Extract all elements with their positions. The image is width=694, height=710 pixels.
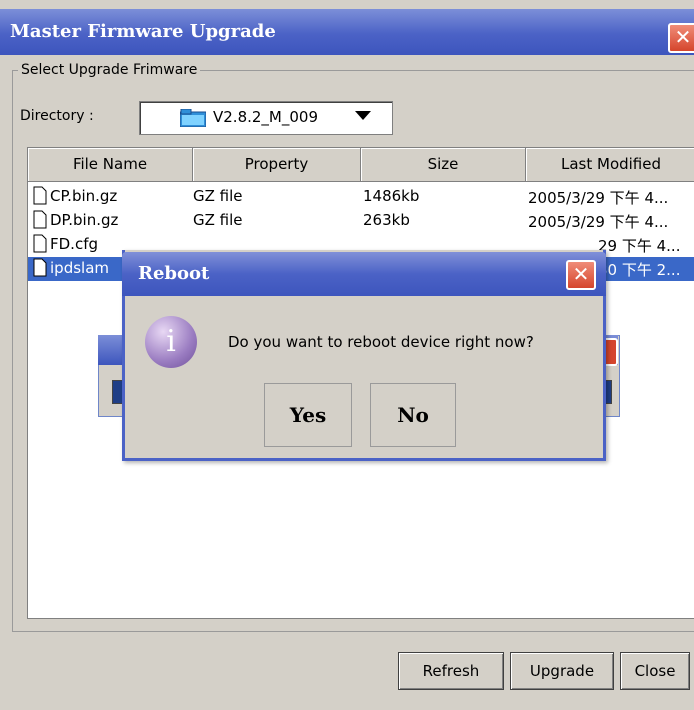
file-icon: [33, 258, 47, 277]
file-name: DP.bin.gz: [50, 211, 119, 229]
no-button[interactable]: No: [370, 383, 456, 447]
reboot-dialog-title: Reboot: [138, 263, 210, 284]
info-icon: i: [145, 316, 197, 368]
column-header-last-modified[interactable]: Last Modified: [526, 148, 694, 181]
window-close-button[interactable]: ✕: [668, 23, 694, 53]
file-modified: 30 下午 2...: [598, 261, 681, 279]
file-modified: 2005/3/29 下午 4...: [528, 213, 669, 231]
reboot-message: Do you want to reboot device right now?: [228, 333, 534, 351]
file-name: CP.bin.gz: [50, 187, 118, 205]
folder-icon: [180, 109, 206, 127]
column-header-file-name[interactable]: File Name: [28, 148, 193, 181]
reboot-dialog-titlebar[interactable]: Reboot ✕: [122, 252, 606, 296]
directory-value: V2.8.2_M_009: [213, 108, 318, 126]
upgrade-button[interactable]: Upgrade: [510, 652, 614, 690]
table-row[interactable]: DP.bin.gz GZ file 263kb 2005/3/29 下午 4..…: [28, 209, 694, 233]
file-icon: [33, 210, 47, 229]
group-title: Select Upgrade Frimware: [18, 62, 201, 78]
chevron-down-icon[interactable]: [355, 111, 371, 120]
file-size: 1486kb: [363, 187, 420, 205]
window-title: Master Firmware Upgrade: [10, 21, 276, 42]
file-property: GZ file: [193, 211, 243, 229]
refresh-button[interactable]: Refresh: [398, 652, 504, 690]
file-icon: [33, 186, 47, 205]
reboot-dialog-close-button[interactable]: ✕: [566, 260, 596, 290]
file-modified: 2005/3/29 下午 4...: [528, 189, 669, 207]
file-modified: 29 下午 4...: [598, 237, 681, 255]
file-icon: [33, 234, 47, 253]
column-header-property[interactable]: Property: [193, 148, 361, 181]
directory-label: Directory :: [20, 108, 94, 124]
close-icon: ✕: [674, 25, 692, 49]
table-header: File Name Property Size Last Modified: [28, 148, 694, 182]
column-header-size[interactable]: Size: [361, 148, 526, 181]
close-button[interactable]: Close: [620, 652, 690, 690]
close-icon: ✕: [572, 262, 590, 286]
window-titlebar[interactable]: Master Firmware Upgrade ✕: [0, 9, 694, 55]
file-size: 263kb: [363, 211, 410, 229]
file-property: GZ file: [193, 187, 243, 205]
directory-select[interactable]: V2.8.2_M_009: [139, 101, 393, 135]
yes-button[interactable]: Yes: [264, 383, 352, 447]
table-row[interactable]: CP.bin.gz GZ file 1486kb 2005/3/29 下午 4.…: [28, 185, 694, 209]
